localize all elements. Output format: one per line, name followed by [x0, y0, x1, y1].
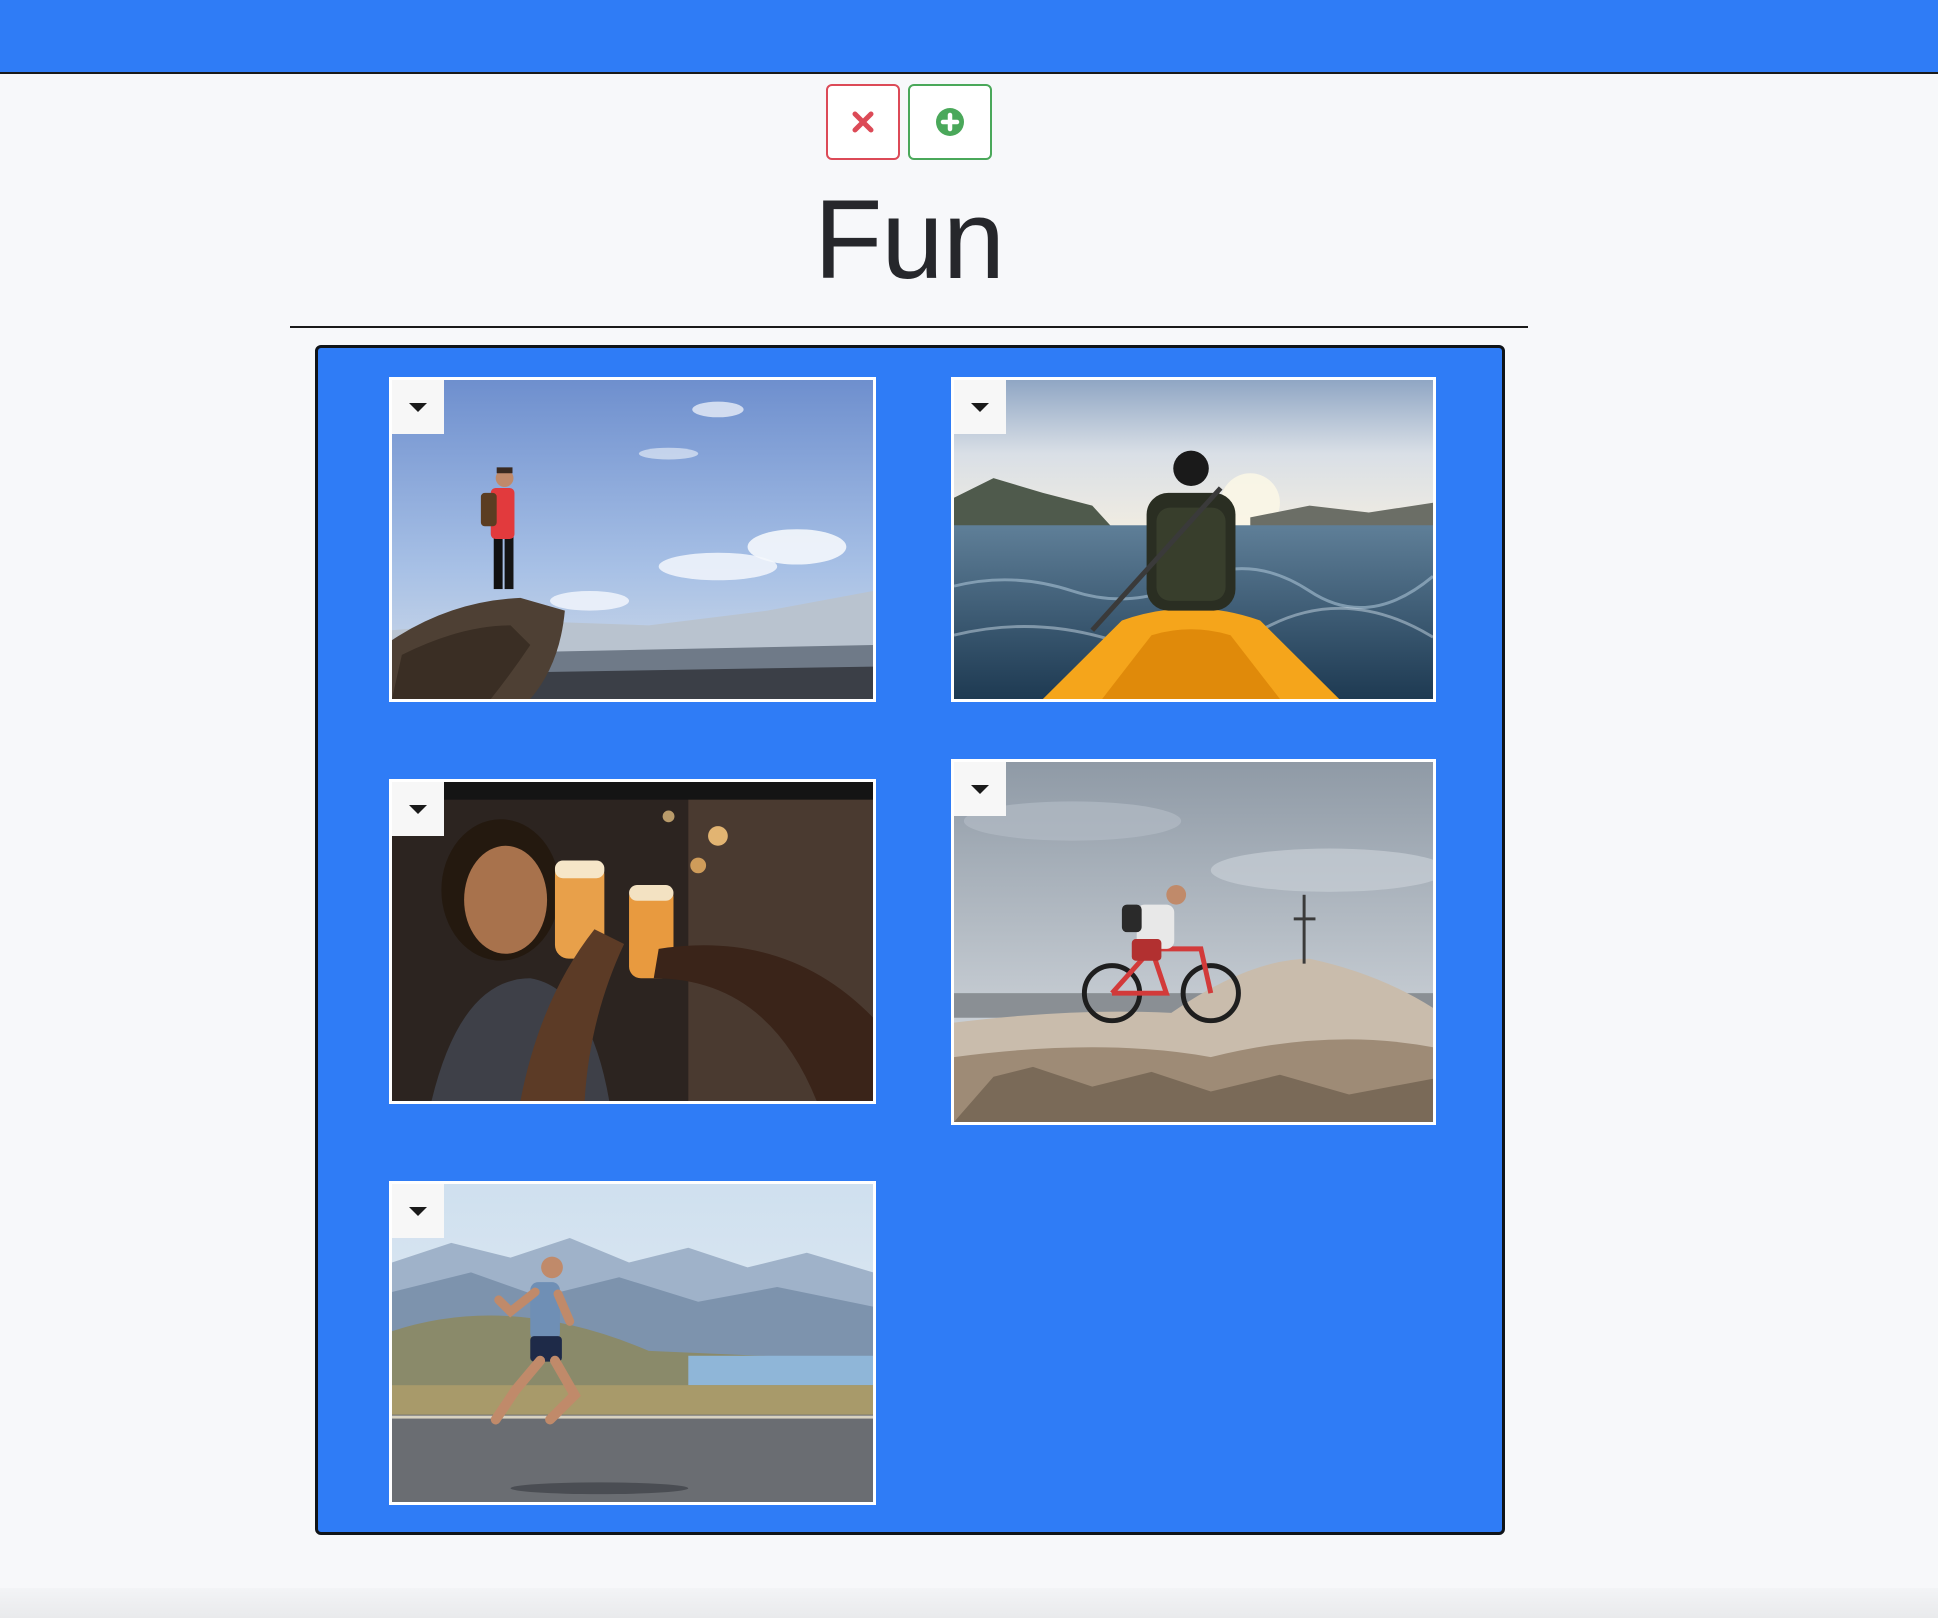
photo-grid-panel [315, 345, 1505, 1535]
add-photo-button[interactable] [908, 84, 992, 160]
caret-down-icon [409, 804, 427, 814]
photo-kayaker-on-sea [954, 380, 1433, 699]
page-footer-strip [0, 1588, 1938, 1618]
photo-card[interactable] [389, 377, 876, 702]
caret-down-icon [971, 402, 989, 412]
photo-friends-toasting-beer [392, 782, 873, 1101]
caret-down-icon [971, 784, 989, 794]
delete-album-button[interactable] [826, 84, 900, 160]
photo-card[interactable] [389, 779, 876, 1104]
photo-menu-toggle[interactable] [392, 782, 444, 836]
photo-menu-toggle[interactable] [954, 762, 1006, 816]
photo-card[interactable] [951, 377, 1436, 702]
photo-mountain-biker-on-summit [954, 762, 1433, 1122]
caret-down-icon [409, 1206, 427, 1216]
plus-circle-icon [936, 108, 964, 136]
photo-card[interactable] [389, 1181, 876, 1505]
album-title: Fun [814, 177, 1005, 302]
top-nav-bar [0, 0, 1938, 74]
photo-runner-on-road [392, 1184, 873, 1502]
photo-menu-toggle[interactable] [392, 380, 444, 434]
photo-menu-toggle[interactable] [392, 1184, 444, 1238]
photo-hiker-on-cliff [392, 380, 873, 699]
photo-menu-toggle[interactable] [954, 380, 1006, 434]
title-divider [290, 326, 1528, 328]
close-icon [852, 111, 874, 133]
photo-card[interactable] [951, 759, 1436, 1125]
caret-down-icon [409, 402, 427, 412]
